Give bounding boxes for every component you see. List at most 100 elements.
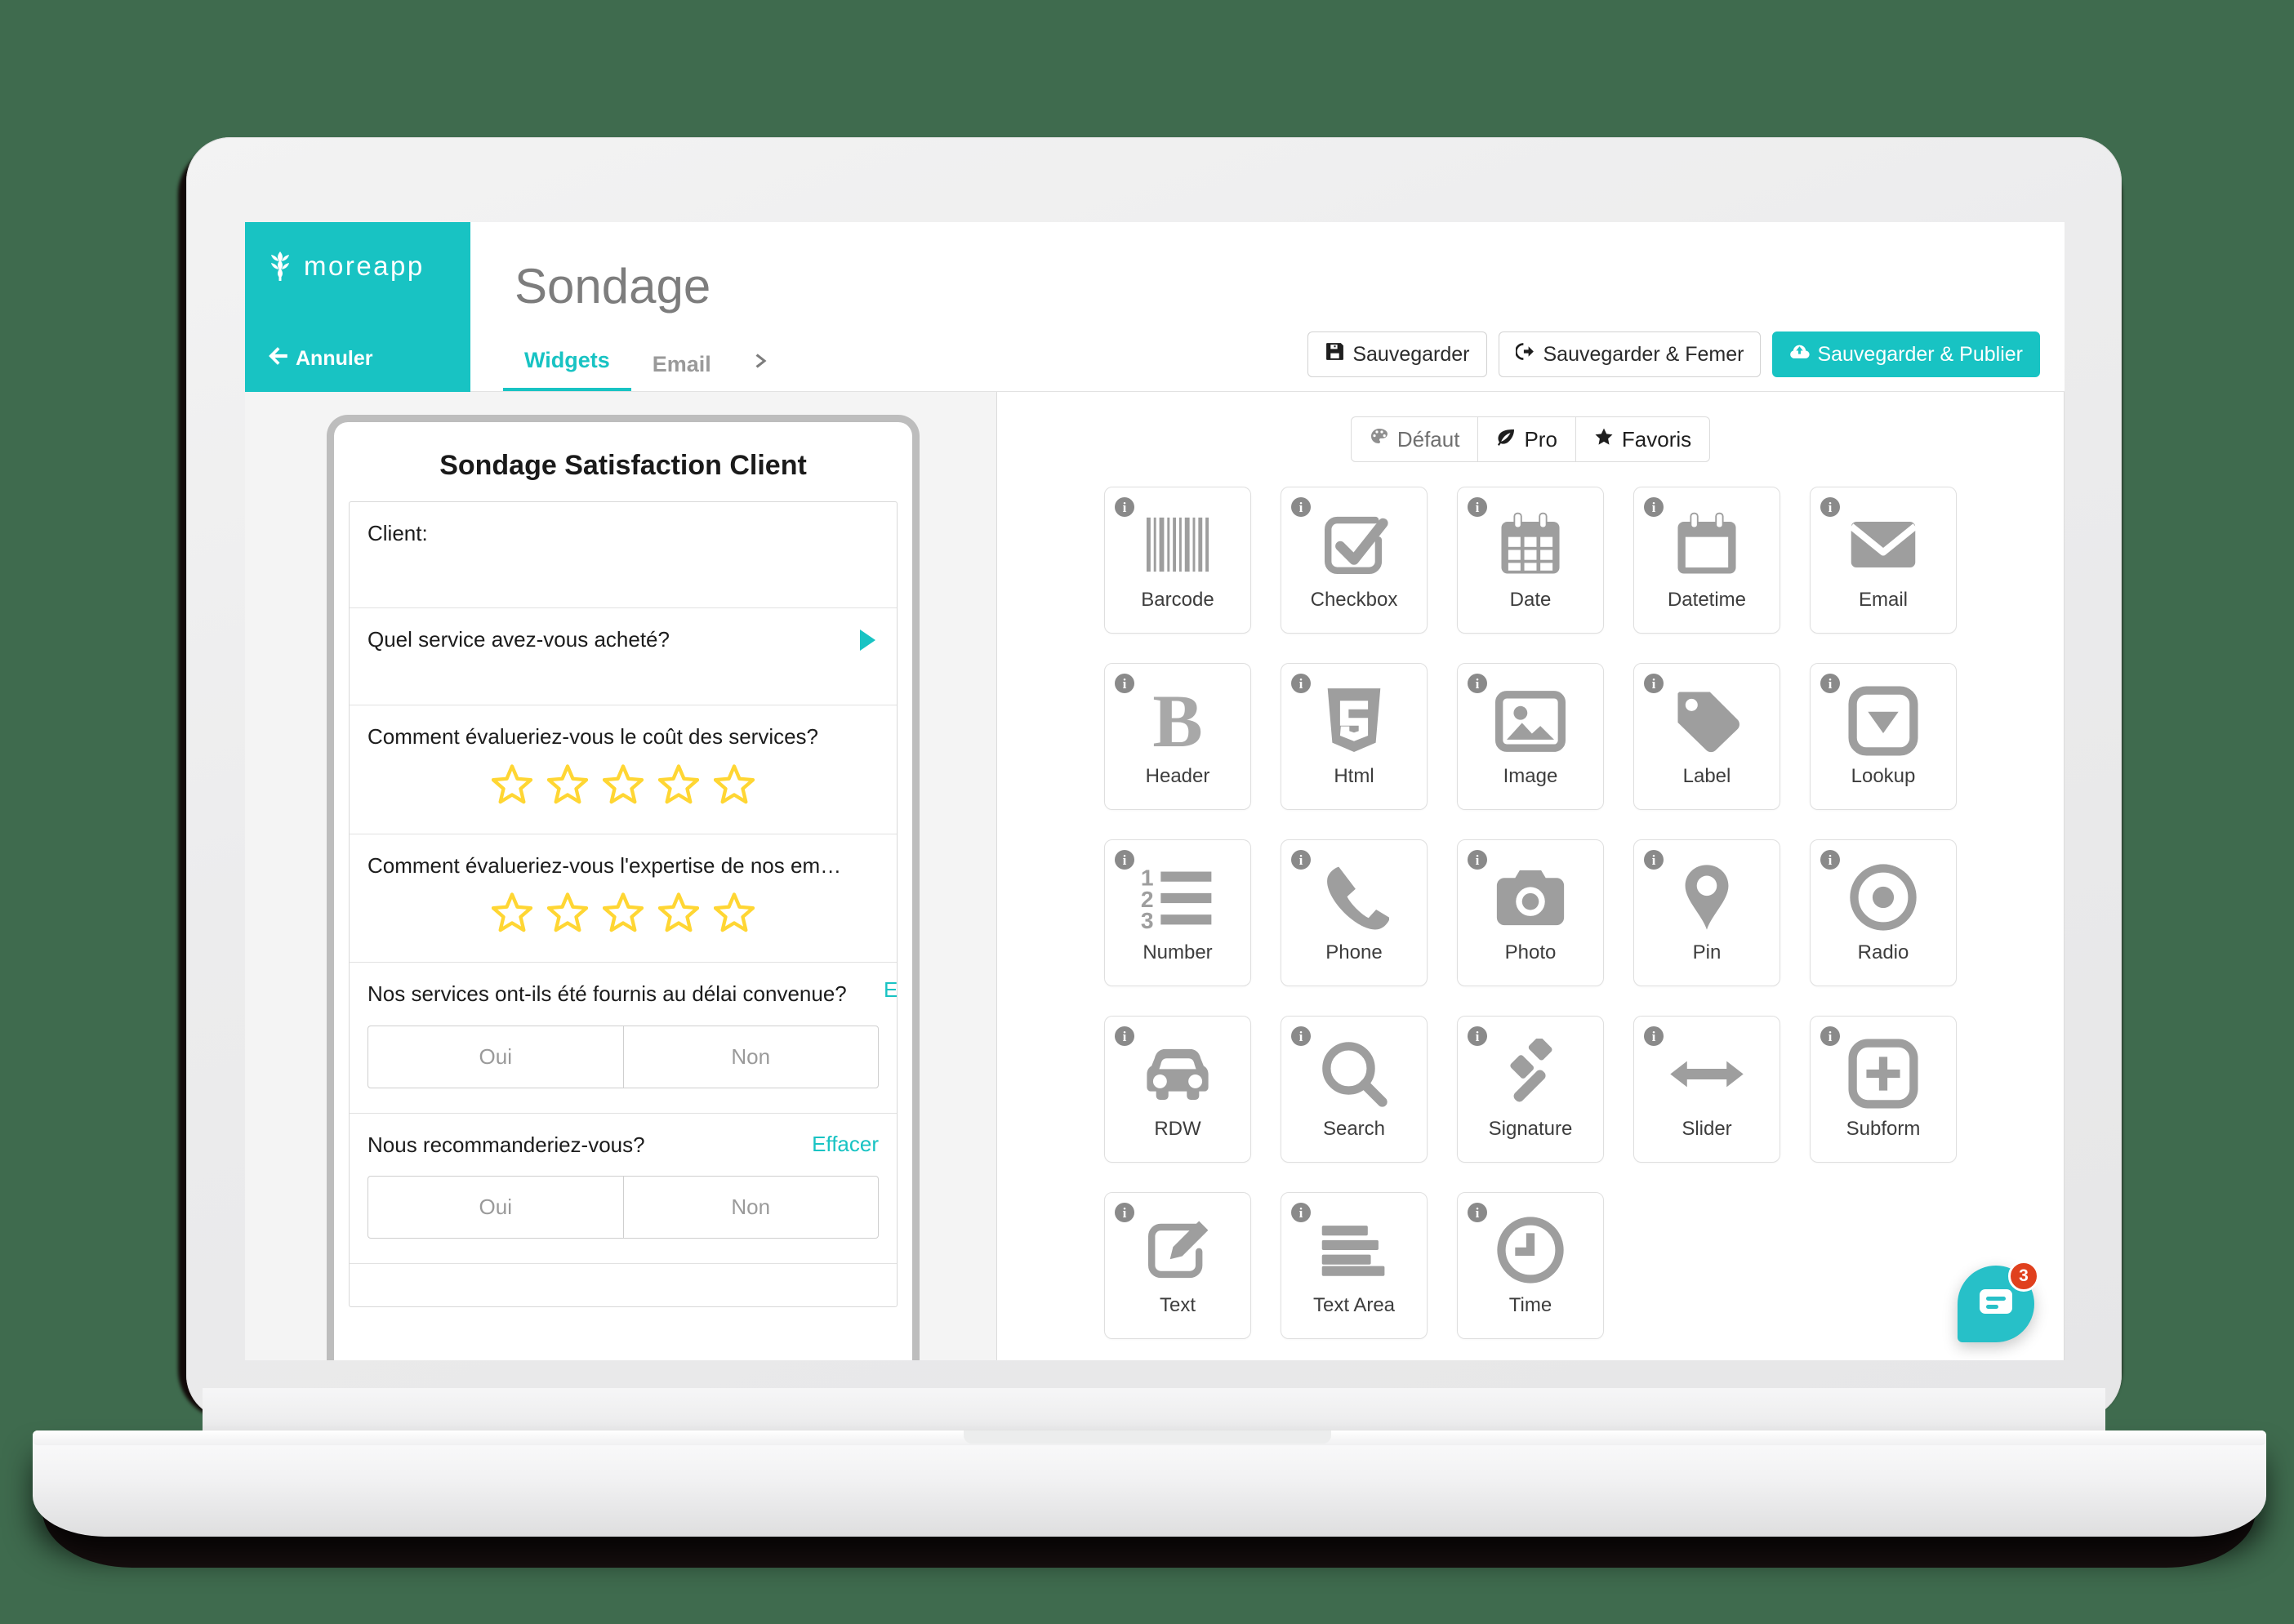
preview-row-label: Nous recommanderiez-vous? <box>367 1132 645 1157</box>
widget-card-datetime[interactable]: i Datetime <box>1633 487 1780 634</box>
info-icon[interactable]: i <box>1644 1026 1664 1046</box>
info-icon[interactable]: i <box>1820 850 1840 870</box>
star-icon[interactable] <box>602 763 644 804</box>
widget-card-pin[interactable]: i Pin <box>1633 839 1780 986</box>
info-icon[interactable]: i <box>1468 1203 1487 1222</box>
brand-logo[interactable]: moreapp <box>245 222 470 283</box>
star-icon[interactable] <box>546 892 589 932</box>
widget-label: Label <box>1682 765 1731 787</box>
yes-option[interactable]: Oui <box>368 1177 623 1238</box>
tab-email[interactable]: Email <box>631 352 733 392</box>
widget-card-number[interactable]: i 1 2 3 Number <box>1104 839 1251 986</box>
info-icon[interactable]: i <box>1468 1026 1487 1046</box>
save-and-close-button[interactable]: Sauvegarder & Femer <box>1498 331 1762 377</box>
preview-row-partial[interactable] <box>350 1264 897 1306</box>
preview-row-recommend-yesno[interactable]: Nous recommanderiez-vous? Effacer Oui No… <box>350 1114 897 1264</box>
star-icon[interactable] <box>713 892 755 932</box>
widget-card-phone[interactable]: i Phone <box>1281 839 1428 986</box>
preview-row-expertise-rating[interactable]: Comment évalueriez-vous l'expertise de n… <box>350 834 897 963</box>
info-icon[interactable]: i <box>1291 1203 1311 1222</box>
widget-label: Checkbox <box>1310 589 1398 611</box>
caret-right-icon[interactable] <box>860 629 875 651</box>
widget-card-search[interactable]: i Search <box>1281 1016 1428 1163</box>
preview-row-cost-rating[interactable]: Comment évalueriez-vous le coût des serv… <box>350 705 897 834</box>
sign-out-icon <box>1514 341 1536 367</box>
cancel-button[interactable]: Annuler <box>268 345 372 372</box>
star-rating[interactable] <box>367 879 879 937</box>
info-icon[interactable]: i <box>1291 850 1311 870</box>
no-option[interactable]: Non <box>622 1177 879 1238</box>
widget-card-signature[interactable]: i Signature <box>1457 1016 1604 1163</box>
arrow-left-icon <box>268 345 289 372</box>
info-icon[interactable]: i <box>1291 1026 1311 1046</box>
save-button[interactable]: Sauvegarder <box>1307 331 1487 377</box>
star-icon[interactable] <box>657 892 700 932</box>
info-icon[interactable]: i <box>1820 674 1840 693</box>
clear-link[interactable]: Effacer <box>812 1132 879 1157</box>
widget-label: Subform <box>1846 1118 1921 1140</box>
chevron-right-icon[interactable] <box>733 350 790 392</box>
star-icon[interactable] <box>713 763 755 804</box>
info-icon[interactable]: i <box>1468 850 1487 870</box>
no-option[interactable]: Non <box>622 1026 879 1088</box>
widget-card-checkbox[interactable]: i Checkbox <box>1281 487 1428 634</box>
yesno-toggle[interactable]: Oui Non <box>367 1176 879 1239</box>
info-icon[interactable]: i <box>1115 850 1134 870</box>
info-icon[interactable]: i <box>1468 497 1487 517</box>
widget-card-date[interactable]: i Date <box>1457 487 1604 634</box>
laptop-base-notch <box>964 1430 1331 1444</box>
tab-widgets[interactable]: Widgets <box>503 348 631 392</box>
info-icon[interactable]: i <box>1820 1026 1840 1046</box>
widget-card-rdw[interactable]: i RDW <box>1104 1016 1251 1163</box>
widget-card-subform[interactable]: i Subform <box>1810 1016 1957 1163</box>
yes-option[interactable]: Oui <box>368 1026 623 1088</box>
widget-card-header[interactable]: i B Header <box>1104 663 1251 810</box>
info-icon[interactable]: i <box>1115 1026 1134 1046</box>
star-icon[interactable] <box>546 763 589 804</box>
chat-launcher-button[interactable]: 3 <box>1958 1261 2039 1342</box>
star-icon[interactable] <box>491 763 533 804</box>
star-icon[interactable] <box>657 763 700 804</box>
info-icon[interactable]: i <box>1115 497 1134 517</box>
widget-filter-defaut[interactable]: Défaut <box>1350 416 1479 462</box>
widget-card-radio[interactable]: i Radio <box>1810 839 1957 986</box>
star-rating[interactable] <box>367 750 879 809</box>
widget-card-photo[interactable]: i Photo <box>1457 839 1604 986</box>
widget-card-email[interactable]: i Email <box>1810 487 1957 634</box>
widget-card-slider[interactable]: i Slider <box>1633 1016 1780 1163</box>
info-icon[interactable]: i <box>1115 674 1134 693</box>
widget-label: Radio <box>1857 941 1909 963</box>
star-icon[interactable] <box>602 892 644 932</box>
preview-row-service[interactable]: Quel service avez-vous acheté? <box>350 608 897 705</box>
clear-link[interactable]: Effacer <box>884 977 897 1003</box>
info-icon[interactable]: i <box>1820 497 1840 517</box>
preview-row-delay-yesno[interactable]: Nos services ont-ils été fournis au déla… <box>350 963 897 1114</box>
widget-label: Header <box>1145 765 1210 787</box>
info-icon[interactable]: i <box>1468 674 1487 693</box>
yesno-toggle[interactable]: Oui Non <box>367 1025 879 1088</box>
widget-filter-pro[interactable]: Pro <box>1478 416 1576 462</box>
widget-card-time[interactable]: i Time <box>1457 1192 1604 1339</box>
widget-card-text[interactable]: i Text <box>1104 1192 1251 1339</box>
info-icon[interactable]: i <box>1644 674 1664 693</box>
widget-label: Text <box>1159 1294 1196 1316</box>
widget-card-html[interactable]: i Html <box>1281 663 1428 810</box>
widget-card-barcode[interactable]: i Barcode <box>1104 487 1251 634</box>
preview-row-client[interactable]: Client: <box>350 502 897 608</box>
widget-filter-pro-label: Pro <box>1524 426 1557 452</box>
info-icon[interactable]: i <box>1115 1203 1134 1222</box>
info-icon[interactable]: i <box>1644 497 1664 517</box>
widget-card-text-area[interactable]: i Text Area <box>1281 1192 1428 1339</box>
info-icon[interactable]: i <box>1291 674 1311 693</box>
widget-card-image[interactable]: i Image <box>1457 663 1604 810</box>
info-icon[interactable]: i <box>1291 497 1311 517</box>
widget-filter-favoris[interactable]: Favoris <box>1575 416 1711 462</box>
svg-text:3: 3 <box>1141 907 1154 930</box>
info-icon[interactable]: i <box>1644 850 1664 870</box>
widget-card-lookup[interactable]: i Lookup <box>1810 663 1957 810</box>
save-and-publish-button[interactable]: Sauvegarder & Publier <box>1772 331 2040 377</box>
preview-row-label: Quel service avez-vous acheté? <box>367 626 670 652</box>
widget-filter-favoris-label: Favoris <box>1621 426 1692 452</box>
widget-card-label[interactable]: i Label <box>1633 663 1780 810</box>
star-icon[interactable] <box>491 892 533 932</box>
